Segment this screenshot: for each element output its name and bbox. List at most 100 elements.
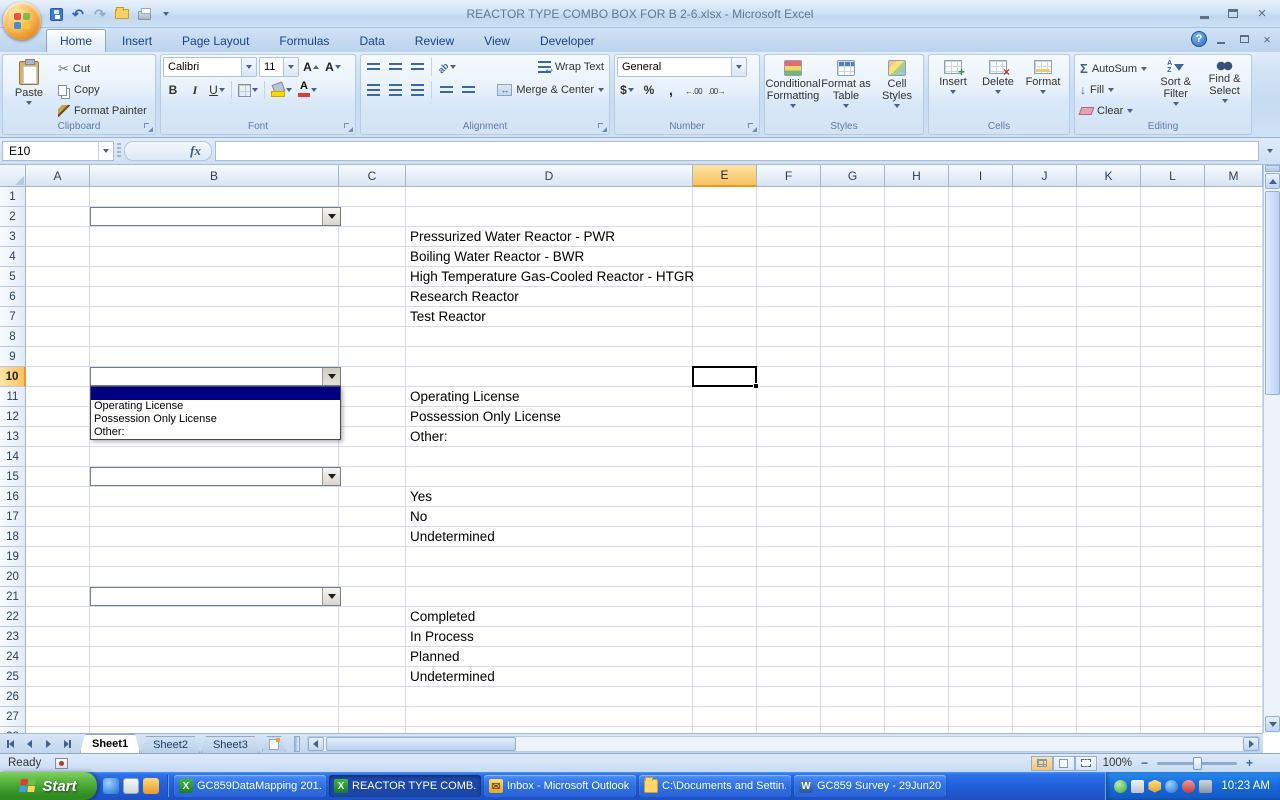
workbook-restore-button[interactable] — [1235, 32, 1253, 46]
format-cells-button[interactable]: Format — [1021, 57, 1065, 121]
combo-list-item[interactable]: Other: — [91, 426, 340, 439]
format-as-table-button[interactable]: Format as Table — [820, 57, 872, 121]
underline-button[interactable] — [207, 80, 227, 100]
combo-dropdown-button[interactable] — [322, 588, 340, 605]
combo-dropdown-button[interactable] — [322, 468, 340, 485]
ribbon-tab-home[interactable]: Home — [46, 29, 106, 52]
paste-button[interactable]: Paste — [5, 57, 53, 121]
normal-view-button[interactable] — [1031, 756, 1053, 771]
find-select-button[interactable]: Find & Select — [1200, 57, 1249, 121]
decrease-indent-button[interactable] — [436, 80, 456, 100]
row-header-16[interactable]: 16 — [0, 487, 26, 507]
row-header-2[interactable]: 2 — [0, 207, 26, 227]
italic-button[interactable] — [185, 80, 205, 100]
row-header-14[interactable]: 14 — [0, 447, 26, 467]
zoom-in-button[interactable] — [1243, 757, 1256, 770]
ribbon-tab-page-layout[interactable]: Page Layout — [168, 29, 263, 52]
last-sheet-button[interactable] — [59, 736, 76, 752]
number-format-dropdown[interactable] — [731, 58, 746, 76]
format-painter-button[interactable]: Format Painter — [55, 101, 150, 120]
font-name-select[interactable]: Calibri — [163, 57, 257, 77]
open-button[interactable] — [112, 4, 132, 24]
help-button[interactable] — [1191, 31, 1207, 47]
row-header-27[interactable]: 27 — [0, 707, 26, 727]
combo-list-item[interactable]: Operating License — [91, 400, 340, 413]
ribbon-tab-developer[interactable]: Developer — [526, 29, 609, 52]
bold-button[interactable] — [163, 80, 183, 100]
shrink-font-button[interactable] — [323, 57, 343, 77]
align-top-button[interactable] — [363, 57, 383, 77]
row-header-12[interactable]: 12 — [0, 407, 26, 427]
row-header-18[interactable]: 18 — [0, 527, 26, 547]
insert-function-button[interactable]: fx — [190, 143, 201, 159]
row-header-9[interactable]: 9 — [0, 347, 26, 367]
row-header-26[interactable]: 26 — [0, 687, 26, 707]
sort-filter-button[interactable]: AZ Sort & Filter — [1151, 57, 1200, 121]
tray-icon-shield[interactable] — [1148, 780, 1161, 793]
row-header-22[interactable]: 22 — [0, 607, 26, 627]
quick-launch-icon-3[interactable] — [143, 778, 159, 794]
row-header-8[interactable]: 8 — [0, 327, 26, 347]
taskbar-task-4[interactable]: C:\Documents and Settin... — [639, 775, 791, 797]
scroll-right-button[interactable] — [1243, 737, 1259, 751]
sheet-tab-sheet3[interactable]: Sheet3 — [201, 736, 260, 753]
row-header-15[interactable]: 15 — [0, 467, 26, 487]
wrap-text-button[interactable]: Wrap Text — [535, 58, 607, 77]
horizontal-scrollbar[interactable] — [307, 736, 1260, 752]
scroll-left-button[interactable] — [308, 737, 324, 751]
decrease-decimal-button[interactable] — [706, 80, 727, 100]
column-header-K[interactable]: K — [1077, 165, 1141, 187]
vertical-split-handle[interactable] — [1265, 165, 1280, 172]
row-header-24[interactable]: 24 — [0, 647, 26, 667]
worksheet-grid[interactable]: ABCDEFGHIJKLM123456789101112131415161718… — [0, 165, 1263, 733]
vertical-scrollbar[interactable] — [1263, 165, 1280, 733]
align-bottom-button[interactable] — [407, 57, 427, 77]
ribbon-tab-insert[interactable]: Insert — [108, 29, 166, 52]
column-header-J[interactable]: J — [1013, 165, 1077, 187]
align-right-button[interactable] — [407, 80, 427, 100]
record-macro-button[interactable] — [55, 758, 68, 769]
row-header-25[interactable]: 25 — [0, 667, 26, 687]
combo-dropdown-button[interactable] — [322, 208, 340, 225]
ribbon-tab-review[interactable]: Review — [401, 29, 468, 52]
row-header-6[interactable]: 6 — [0, 287, 26, 307]
row-header-17[interactable]: 17 — [0, 507, 26, 527]
taskbar-task-3[interactable]: Inbox - Microsoft Outlook — [484, 775, 636, 797]
row-header-1[interactable]: 1 — [0, 187, 26, 207]
vertical-scroll-thumb[interactable] — [1265, 191, 1280, 395]
formula-bar-splitter[interactable] — [117, 143, 121, 159]
autosum-button[interactable]: AutoSum — [1077, 59, 1151, 78]
select-all-corner[interactable] — [0, 165, 26, 187]
qat-overflow-button[interactable] — [156, 4, 176, 24]
font-size-select[interactable]: 11 — [259, 57, 299, 77]
column-header-F[interactable]: F — [757, 165, 821, 187]
merge-center-button[interactable]: Merge & Center — [494, 81, 607, 100]
save-button[interactable] — [46, 4, 66, 24]
column-header-M[interactable]: M — [1205, 165, 1263, 187]
first-sheet-button[interactable] — [2, 736, 19, 752]
active-cell-E10[interactable] — [692, 366, 757, 387]
taskbar-task-1[interactable]: GC859DataMapping 201... — [174, 775, 326, 797]
ribbon-tab-formulas[interactable]: Formulas — [265, 29, 343, 52]
row-header-5[interactable]: 5 — [0, 267, 26, 287]
zoom-out-button[interactable] — [1138, 757, 1151, 770]
comma-style-button[interactable] — [661, 80, 681, 100]
column-header-H[interactable]: H — [885, 165, 949, 187]
scroll-up-button[interactable] — [1265, 173, 1280, 189]
font-dialog-launcher[interactable] — [344, 123, 353, 132]
page-layout-view-button[interactable] — [1053, 756, 1075, 771]
combo-list-item[interactable]: Possession Only License — [91, 413, 340, 426]
font-name-dropdown[interactable] — [241, 58, 256, 76]
insert-worksheet-button[interactable] — [262, 736, 286, 752]
cell-styles-button[interactable]: Cell Styles — [873, 57, 921, 121]
row-header-13[interactable]: 13 — [0, 427, 26, 447]
next-sheet-button[interactable] — [40, 736, 57, 752]
page-break-view-button[interactable] — [1075, 756, 1097, 771]
print-button[interactable] — [134, 4, 154, 24]
close-button[interactable] — [1248, 4, 1276, 22]
workbook-close-button[interactable] — [1258, 32, 1276, 46]
row-header-11[interactable]: 11 — [0, 387, 26, 407]
row-header-23[interactable]: 23 — [0, 627, 26, 647]
percent-style-button[interactable] — [639, 80, 659, 100]
align-center-button[interactable] — [385, 80, 405, 100]
